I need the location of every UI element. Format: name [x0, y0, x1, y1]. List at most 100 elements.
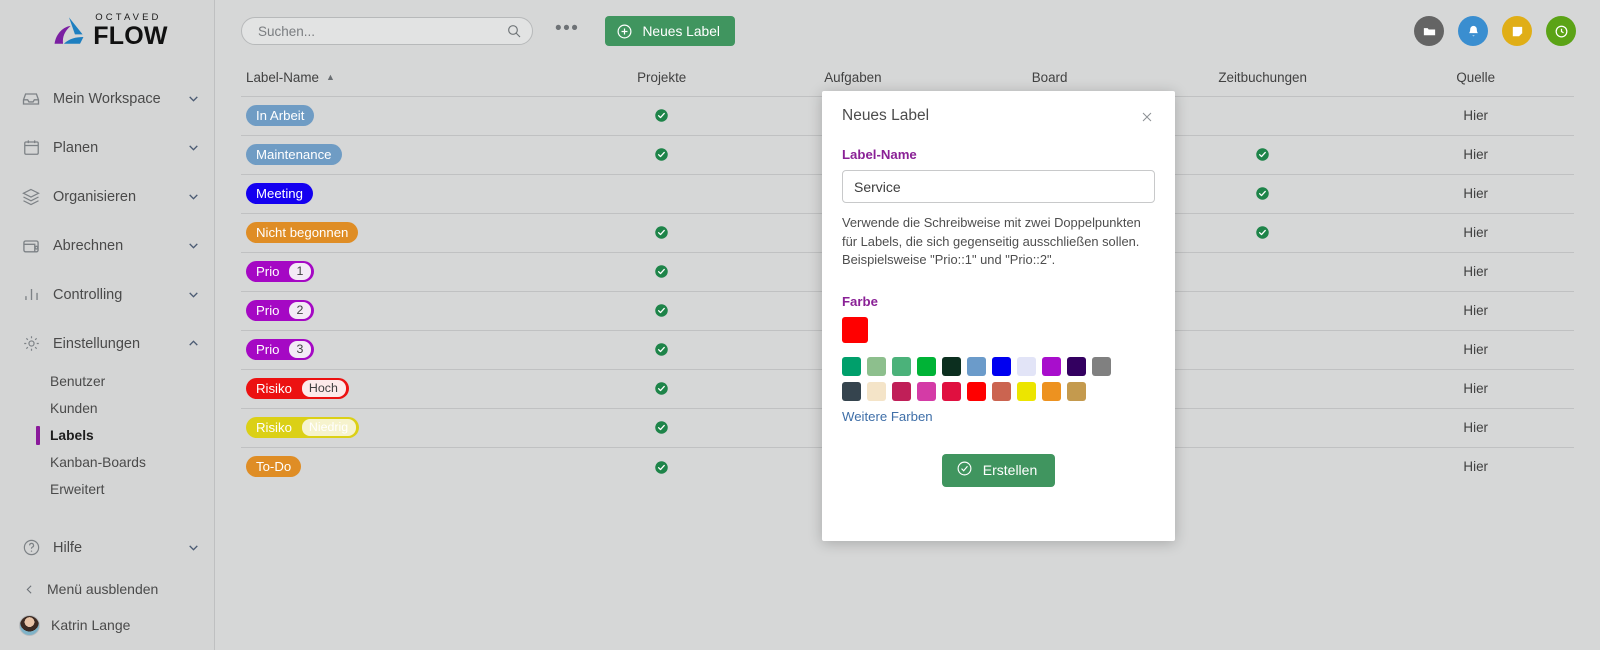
label-chip[interactable]: Meeting: [246, 183, 313, 204]
color-swatch[interactable]: [917, 382, 936, 401]
cell-projekte: [569, 96, 755, 135]
label-chip[interactable]: Prio3: [246, 339, 314, 360]
color-swatch[interactable]: [867, 357, 886, 376]
sidebar-item-erweitert[interactable]: Erweitert: [0, 476, 214, 503]
check-circle-outline-icon: [956, 460, 973, 480]
sidebar-item-controlling[interactable]: Controlling: [0, 270, 214, 319]
color-swatch[interactable]: [1017, 357, 1036, 376]
cell-quelle: Hier: [1377, 252, 1574, 291]
new-label-button[interactable]: Neues Label: [605, 16, 734, 46]
search-icon[interactable]: [506, 23, 522, 39]
label-chip[interactable]: To-Do: [246, 456, 301, 477]
sidebar-label: Abrechnen: [53, 238, 186, 254]
topbar: ••• Neues Label: [215, 0, 1600, 62]
logo-flow-text: FLOW: [93, 24, 167, 49]
color-swatch[interactable]: [1092, 357, 1111, 376]
create-button[interactable]: Erstellen: [942, 454, 1055, 487]
cell-zeitbuchungen: [1148, 408, 1377, 447]
color-field-label: Farbe: [842, 294, 1155, 309]
sidebar-sub-label: Benutzer: [50, 374, 105, 389]
sidebar-item-planen[interactable]: Planen: [0, 123, 214, 172]
label-name-input[interactable]: [842, 170, 1155, 203]
color-swatch[interactable]: [992, 382, 1011, 401]
user-profile[interactable]: Katrin Lange: [0, 606, 214, 644]
sidebar-item-mein-workspace[interactable]: Mein Workspace: [0, 74, 214, 123]
sidebar-item-benutzer[interactable]: Benutzer: [0, 368, 214, 395]
note-icon[interactable]: [1502, 16, 1532, 46]
label-chip-name: Risiko: [246, 378, 302, 399]
cell-quelle: Hier: [1377, 447, 1574, 486]
logo-mark-icon: [52, 15, 86, 47]
color-swatch[interactable]: [867, 382, 886, 401]
search-box[interactable]: [241, 17, 533, 45]
selected-color-swatch[interactable]: [842, 317, 868, 343]
color-swatch[interactable]: [892, 357, 911, 376]
sidebar-item-abrechnen[interactable]: Abrechnen: [0, 221, 214, 270]
sidebar-item-labels[interactable]: Labels: [0, 422, 214, 449]
label-chip[interactable]: In Arbeit: [246, 105, 314, 126]
color-swatch[interactable]: [1017, 382, 1036, 401]
color-swatch[interactable]: [967, 357, 986, 376]
check-circle-icon: [654, 420, 669, 435]
wallet-icon: [20, 235, 42, 257]
chevron-down-icon[interactable]: [186, 541, 200, 555]
color-swatch[interactable]: [1042, 382, 1061, 401]
cell-label-name: Maintenance: [241, 135, 569, 174]
chevron-down-icon[interactable]: [186, 190, 200, 204]
sidebar-label: Organisieren: [53, 189, 186, 205]
sidebar-item-organisieren[interactable]: Organisieren: [0, 172, 214, 221]
search-input[interactable]: [256, 23, 506, 40]
column-header-projekte[interactable]: Projekte: [569, 62, 755, 96]
color-swatch[interactable]: [892, 382, 911, 401]
label-chip[interactable]: Prio2: [246, 300, 314, 321]
label-chip-value: 2: [289, 302, 311, 319]
folder-icon[interactable]: [1414, 16, 1444, 46]
sidebar-item-kanban-boards[interactable]: Kanban-Boards: [0, 449, 214, 476]
cell-projekte: [569, 369, 755, 408]
color-swatch[interactable]: [1067, 357, 1086, 376]
column-header-quelle[interactable]: Quelle: [1377, 62, 1574, 96]
column-header-label-name[interactable]: Label-Name▲: [241, 62, 569, 96]
calendar-icon: [20, 137, 42, 159]
check-circle-icon: [654, 342, 669, 357]
color-swatch[interactable]: [942, 382, 961, 401]
sidebar-item-kunden[interactable]: Kunden: [0, 395, 214, 422]
chevron-down-icon[interactable]: [186, 92, 200, 106]
sidebar-item-einstellungen[interactable]: Einstellungen: [0, 319, 214, 368]
hide-menu-button[interactable]: Menü ausblenden: [0, 572, 214, 606]
check-circle-icon: [1255, 225, 1270, 240]
close-icon[interactable]: [1139, 109, 1157, 127]
color-swatch[interactable]: [992, 357, 1011, 376]
label-chip[interactable]: RisikoNiedrig: [246, 417, 359, 438]
sidebar-label: Hilfe: [53, 540, 186, 556]
chevron-down-icon[interactable]: [186, 288, 200, 302]
sidebar: OCTAVED FLOW Mein Workspace: [0, 0, 215, 650]
bell-icon[interactable]: [1458, 16, 1488, 46]
more-colors-link[interactable]: Weitere Farben: [842, 409, 1155, 424]
column-header-zeitbuchungen[interactable]: Zeitbuchungen: [1148, 62, 1377, 96]
color-swatch[interactable]: [842, 357, 861, 376]
dialog-title: Neues Label: [842, 107, 929, 125]
cell-projekte: [569, 291, 755, 330]
cell-label-name: Meeting: [241, 174, 569, 213]
color-swatch[interactable]: [1042, 357, 1061, 376]
chevron-up-icon[interactable]: [186, 337, 200, 351]
color-swatch[interactable]: [942, 357, 961, 376]
chevron-down-icon[interactable]: [186, 141, 200, 155]
color-swatch[interactable]: [967, 382, 986, 401]
label-chip[interactable]: RisikoHoch: [246, 378, 349, 399]
logo[interactable]: OCTAVED FLOW: [0, 0, 214, 62]
color-swatch[interactable]: [842, 382, 861, 401]
chevron-down-icon[interactable]: [186, 239, 200, 253]
dialog-footer: Erstellen: [842, 454, 1155, 487]
overflow-menu-button[interactable]: •••: [555, 19, 579, 44]
label-chip[interactable]: Maintenance: [246, 144, 342, 165]
color-swatch[interactable]: [1067, 382, 1086, 401]
clock-icon[interactable]: [1546, 16, 1576, 46]
label-chip[interactable]: Prio1: [246, 261, 314, 282]
label-chip[interactable]: Nicht begonnen: [246, 222, 358, 243]
color-swatch[interactable]: [917, 357, 936, 376]
cell-zeitbuchungen: [1148, 447, 1377, 486]
sidebar-item-hilfe[interactable]: Hilfe: [0, 523, 214, 572]
cell-quelle: Hier: [1377, 213, 1574, 252]
